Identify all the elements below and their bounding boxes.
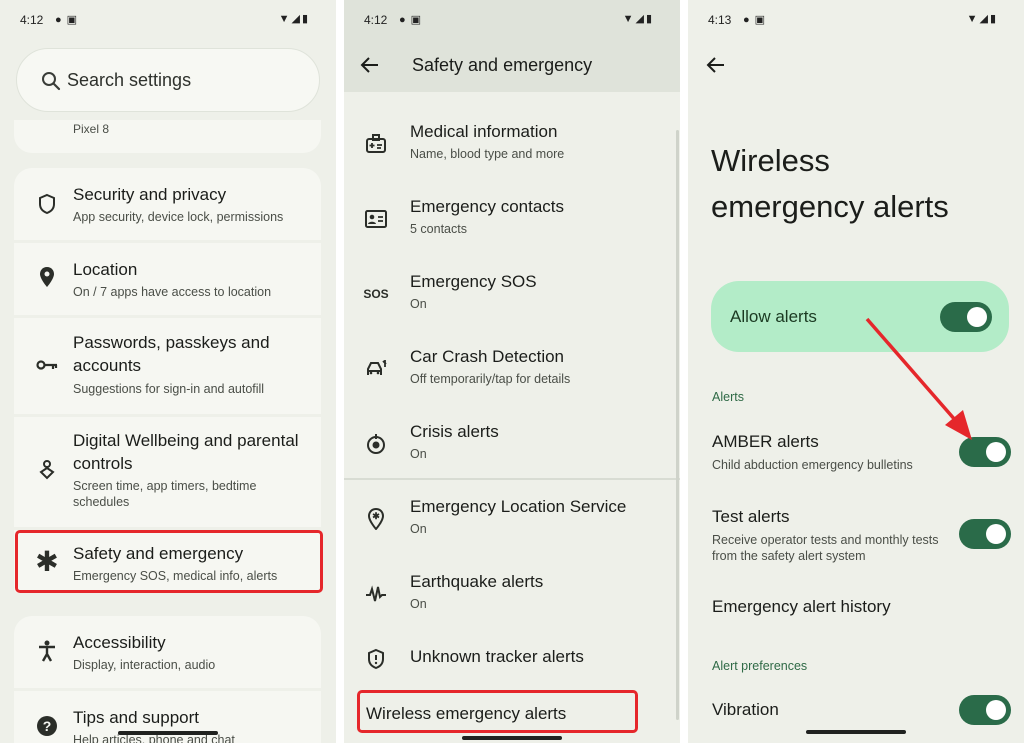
menu-item-emergency-location-service[interactable]: ✱ Emergency Location Service On bbox=[344, 497, 680, 569]
item-subtitle: Display, interaction, audio bbox=[73, 658, 216, 672]
item-title: Crisis alerts bbox=[410, 422, 499, 441]
item-subtitle: On bbox=[410, 522, 427, 536]
shield-icon bbox=[36, 193, 58, 215]
status-bar: 4:12 ●▣ ▼◢▮ bbox=[344, 0, 680, 40]
menu-item-emergency-sos[interactable]: SOS Emergency SOS On bbox=[344, 272, 680, 344]
menu-item-earthquake-alerts[interactable]: Earthquake alerts On bbox=[344, 572, 680, 644]
menu-item-car-crash-detection[interactable]: Car Crash Detection Off temporarily/tap … bbox=[344, 347, 680, 419]
item-title: Earthquake alerts bbox=[410, 572, 544, 591]
menu-item-medical-information[interactable]: Medical information Name, blood type and… bbox=[344, 122, 680, 194]
item-subtitle: On bbox=[410, 447, 427, 461]
location-pin-icon bbox=[36, 266, 58, 288]
settings-item-location[interactable]: Location On / 7 apps have access to loca… bbox=[14, 243, 321, 315]
annotation-arrow bbox=[865, 317, 972, 440]
car-crash-icon bbox=[364, 357, 388, 381]
help-icon: ? bbox=[36, 715, 58, 737]
item-subtitle: Off temporarily/tap for details bbox=[410, 372, 571, 386]
notification-icons: ●▣ bbox=[55, 14, 83, 26]
scrollbar[interactable] bbox=[676, 130, 679, 720]
gesture-handle[interactable] bbox=[462, 736, 562, 740]
item-title: Tips and support bbox=[73, 708, 199, 727]
item-title: Medical information bbox=[410, 122, 558, 141]
item-subtitle: Suggestions for sign-in and autofill bbox=[73, 382, 265, 396]
menu-item-emergency-contacts[interactable]: Emergency contacts 5 contacts bbox=[344, 197, 680, 269]
status-time: 4:12 bbox=[20, 13, 44, 27]
gesture-handle[interactable] bbox=[118, 731, 218, 735]
page-title: Safety and emergency bbox=[412, 55, 593, 75]
back-arrow-icon[interactable] bbox=[360, 55, 380, 75]
item-subtitle: On bbox=[410, 297, 427, 311]
notification-icons: ●▣ bbox=[399, 14, 427, 26]
item-subtitle: Name, blood type and more bbox=[410, 147, 565, 161]
item-subtitle: 5 contacts bbox=[410, 222, 467, 236]
item-title: Digital Wellbeing and parental controls bbox=[73, 431, 299, 473]
settings-item-security[interactable]: Security and privacy App security, devic… bbox=[14, 168, 321, 240]
item-subtitle: App security, device lock, permissions bbox=[73, 210, 284, 224]
item-title: Security and privacy bbox=[73, 185, 227, 204]
settings-item-accessibility[interactable]: Accessibility Display, interaction, audi… bbox=[14, 616, 321, 688]
key-icon bbox=[36, 354, 58, 376]
svg-text:✱: ✱ bbox=[372, 511, 380, 521]
system-status-icons: ▼◢▮ bbox=[622, 13, 654, 25]
settings-item-tips-support[interactable]: ? Tips and support Help articles, phone … bbox=[14, 691, 321, 743]
item-title: Car Crash Detection bbox=[410, 347, 565, 366]
item-title: Emergency Location Service bbox=[410, 497, 627, 516]
wireless-alerts-panel: 4:13 ●▣ ▼◢▮ Wireless emergency alerts Al… bbox=[688, 0, 1024, 743]
tracker-shield-icon bbox=[364, 647, 388, 671]
highlight-box bbox=[15, 530, 323, 593]
system-status-icons: ▼◢▮ bbox=[278, 13, 310, 25]
settings-group-card-2: Accessibility Display, interaction, audi… bbox=[14, 616, 321, 743]
item-title: Unknown tracker alerts bbox=[410, 647, 584, 666]
settings-item-digital-wellbeing[interactable]: Digital Wellbeing and parental controls … bbox=[14, 417, 321, 527]
safety-emergency-panel: 4:12 ●▣ ▼◢▮ Safety and emergency Medical… bbox=[344, 0, 680, 743]
crisis-icon bbox=[364, 432, 388, 456]
status-bar: 4:12 ●▣ ▼◢▮ bbox=[0, 0, 336, 40]
seismograph-icon bbox=[364, 582, 388, 606]
wellbeing-icon bbox=[36, 459, 58, 481]
item-title: Accessibility bbox=[73, 633, 166, 652]
medical-id-icon bbox=[364, 132, 388, 156]
app-bar: 4:12 ●▣ ▼◢▮ Safety and emergency bbox=[344, 0, 680, 92]
item-title: Location bbox=[73, 260, 138, 279]
item-title: Passwords, passkeys and accounts bbox=[73, 333, 270, 375]
search-bar[interactable]: Search settings bbox=[16, 48, 320, 112]
location-service-icon: ✱ bbox=[364, 507, 388, 531]
search-placeholder: Search settings bbox=[67, 70, 192, 90]
status-time: 4:12 bbox=[364, 13, 388, 27]
contact-card-icon bbox=[364, 207, 388, 231]
item-title: Emergency SOS bbox=[410, 272, 537, 291]
device-name: Pixel 8 bbox=[73, 122, 110, 136]
gesture-handle[interactable] bbox=[806, 730, 906, 734]
menu-item-crisis-alerts[interactable]: Crisis alerts On bbox=[344, 422, 680, 494]
section-divider bbox=[344, 478, 680, 480]
item-title: Emergency contacts bbox=[410, 197, 565, 216]
accessibility-icon bbox=[36, 640, 58, 662]
item-subtitle: On / 7 apps have access to location bbox=[73, 285, 272, 299]
search-icon bbox=[42, 72, 61, 91]
highlight-box bbox=[357, 690, 638, 733]
settings-main-panel: 4:12 ●▣ ▼◢▮ Search settings Pixel 8 Secu… bbox=[0, 0, 336, 743]
item-subtitle: Screen time, app timers, bedtime schedul… bbox=[73, 479, 257, 509]
svg-text:?: ? bbox=[43, 718, 52, 734]
settings-item-passwords[interactable]: Passwords, passkeys and accounts Suggest… bbox=[14, 318, 321, 414]
item-subtitle: On bbox=[410, 597, 427, 611]
sos-icon: SOS bbox=[363, 287, 389, 301]
device-card[interactable]: Pixel 8 bbox=[14, 120, 321, 153]
